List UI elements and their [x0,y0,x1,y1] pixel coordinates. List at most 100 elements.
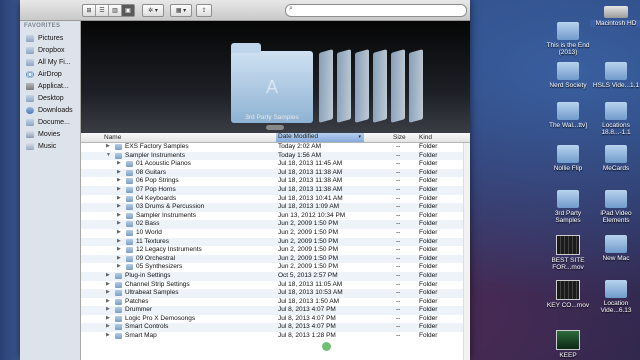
disclosure-closed-icon[interactable]: ▶ [117,203,121,209]
sidebar-item[interactable]: Docume... [20,116,80,128]
disclosure-closed-icon[interactable]: ▶ [117,186,121,192]
table-row[interactable]: ▶ 08 Guitars Jul 18, 2013 11:38 AM -- Folder [81,168,470,178]
disclosure-open-icon[interactable]: ▼ [106,152,111,158]
disclosure-closed-icon[interactable]: ▶ [117,255,121,261]
desktop-icon[interactable]: MeCards [590,145,640,172]
table-row[interactable]: ▶ Smart Map Jul 8, 2013 1:28 PM -- Folder [81,332,470,341]
table-row[interactable]: ▶ Smart Controls Jul 8, 2013 4:07 PM -- Fold… [81,323,470,333]
coverflow-folder[interactable] [373,49,387,123]
table-row[interactable]: ▶ Drummer Jul 8, 2013 4:07 PM -- Folder [81,306,470,315]
table-row[interactable]: ▶ 02 Bass Jun 2, 2009 1:50 PM -- Folder [81,220,470,229]
disclosure-closed-icon[interactable]: ▶ [117,238,121,244]
coverflow-folder[interactable] [319,49,333,123]
sidebar-item[interactable]: Movies [20,128,80,140]
table-row[interactable]: ▶ 09 Orchestral Jun 2, 2009 1:50 PM -- Folde… [81,254,470,264]
table-row[interactable]: ▶ 11 Textures Jun 2, 2009 1:50 PM -- Folder [81,237,470,247]
column-size-header[interactable]: Size [393,134,406,141]
arrange-menu[interactable]: ▦ ▾ [170,4,192,17]
table-row[interactable]: ▶ 05 Synthesizers Jun 2, 2009 1:50 PM -- Fol… [81,263,470,272]
desktop-icon[interactable]: Nollie Flip [542,145,594,172]
desktop-icon[interactable]: KEEP [542,330,594,359]
desktop-icon-label: 3rd Party Samples [554,210,582,224]
disclosure-closed-icon[interactable]: ▶ [106,323,110,329]
coverflow-scrollbar[interactable] [266,125,284,130]
disclosure-closed-icon[interactable]: ▶ [106,298,110,304]
table-row[interactable]: ▶ Sampler Instruments Jun 13, 2012 10:34 P… [81,212,470,221]
table-row[interactable]: ▶ Plug-in Settings Oct 5, 2013 2:57 PM -- Fo… [81,271,470,281]
disclosure-closed-icon[interactable]: ▶ [117,220,121,226]
desktop-icon[interactable]: Location Vide...6.13 [590,280,640,314]
sidebar-item[interactable]: Applicat... [20,80,80,92]
row-date: Jul 8, 2013 1:28 PM [278,332,336,340]
table-row[interactable]: ▶ 01 Acoustic Pianos Jul 18, 2013 11:45 AM… [81,160,470,169]
coverflow-folder[interactable] [355,49,369,123]
row-date: Jul 18, 2013 10:53 AM [278,289,343,297]
disclosure-closed-icon[interactable]: ▶ [106,332,110,338]
sidebar-item[interactable]: All My Fi... [20,56,80,68]
gear-icon[interactable]: ✲ ▾ [143,5,163,16]
search-field[interactable]: ⌕ [285,4,467,17]
disclosure-closed-icon[interactable]: ▶ [117,177,121,183]
disclosure-closed-icon[interactable]: ▶ [117,195,121,201]
disclosure-closed-icon[interactable]: ▶ [106,143,110,149]
sidebar-item[interactable]: Pictures [20,32,80,44]
disclosure-closed-icon[interactable]: ▶ [106,289,110,295]
coverflow-view-button[interactable]: ▣ [122,5,134,16]
disclosure-closed-icon[interactable]: ▶ [106,281,110,287]
desktop-icon[interactable]: New Mac [590,235,640,262]
disclosure-closed-icon[interactable]: ▶ [106,272,110,278]
disclosure-closed-icon[interactable]: ▶ [117,169,121,175]
coverflow-folder[interactable] [409,49,423,123]
coverflow-folder[interactable] [391,49,405,123]
list-view-button[interactable]: ☰ [96,5,109,16]
share-icon[interactable]: ⇪ [197,5,211,16]
action-menu[interactable]: ✲ ▾ [142,4,164,17]
disclosure-closed-icon[interactable]: ▶ [117,229,121,235]
column-kind-header[interactable]: Kind [419,134,432,141]
table-row[interactable]: ▶ 06 Pop Strings Jul 18, 2013 11:38 AM -- Fo… [81,177,470,186]
arrange-icon[interactable]: ▦ ▾ [171,5,191,16]
sidebar-item[interactable]: Desktop [20,92,80,104]
disclosure-closed-icon[interactable]: ▶ [117,246,121,252]
table-row[interactable]: ▶ Patches Jul 18, 2013 1:50 AM -- Folder [81,298,470,307]
table-row[interactable]: ▼ Sampler Instruments Today 1:56 AM -- Folde… [81,151,470,161]
desktop-icon[interactable]: This is the End (2013) [542,22,594,56]
sidebar-item[interactable]: Music [20,140,80,152]
desktop-icon[interactable]: The Wal...ttv] [542,102,594,129]
desktop-icon[interactable]: BEST SITE FOR...mov [542,235,594,271]
table-row[interactable]: ▶ 03 Drums & Percussion Jul 18, 2013 1:09 … [81,203,470,212]
disclosure-closed-icon[interactable]: ▶ [117,263,121,269]
table-row[interactable]: ▶ Ultrabeat Samples Jul 18, 2013 10:53 AM -… [81,289,470,298]
desktop-icon[interactable]: Locations 18.8...-1.1 [590,102,640,136]
icon-view-button[interactable]: ⊞ [83,5,96,16]
table-row[interactable]: ▶ Logic Pro X Demosongs Jul 8, 2013 4:07 P… [81,315,470,324]
coverflow-preview[interactable]: A 3rd Party Samples [81,21,470,133]
desktop-icon[interactable]: KEY CO...mov [542,280,594,309]
column-view-button[interactable]: ▥ [109,5,122,16]
disclosure-closed-icon[interactable]: ▶ [106,315,110,321]
table-row[interactable]: ▶ 10 World Jun 2, 2009 1:50 PM -- Folder [81,229,470,238]
list-scrollbar[interactable] [463,143,470,360]
desktop-icon[interactable]: Nerd Society [542,62,594,89]
sidebar-item[interactable]: Downloads [20,104,80,116]
column-date-header[interactable]: Date Modified ▾ [276,133,364,142]
table-row[interactable]: ▶ EXS Factory Samples Today 2:02 AM -- Folde… [81,143,470,152]
sidebar-item[interactable]: AirDrop [20,68,80,80]
disclosure-closed-icon[interactable]: ▶ [117,212,121,218]
table-row[interactable]: ▶ 04 Keyboards Jul 18, 2013 10:41 AM -- Fold… [81,195,470,204]
row-kind: Folder [419,211,438,219]
column-name-header[interactable]: Name [104,134,121,141]
desktop-icon[interactable]: 3rd Party Samples [542,190,594,224]
table-row[interactable]: ▶ Channel Strip Settings Jul 18, 2013 11:0… [81,281,470,290]
coverflow-folder[interactable] [337,49,351,123]
table-row[interactable]: ▶ 07 Pop Horns Jul 18, 2013 11:38 AM -- Fold… [81,185,470,195]
sidebar-item[interactable]: Dropbox [20,44,80,56]
desktop-icon[interactable]: iPad Video Elements [590,190,640,224]
table-row[interactable]: ▶ 12 Legacy Instruments Jun 2, 2009 1:50 P… [81,246,470,255]
disclosure-closed-icon[interactable]: ▶ [106,306,110,312]
disclosure-closed-icon[interactable]: ▶ [117,160,121,166]
share-button[interactable]: ⇪ [196,4,212,17]
desktop-icon[interactable]: Macintosh HD [590,6,640,27]
desktop-icon[interactable]: HSLS Vide...1.1 [590,62,640,89]
coverflow-selected-folder[interactable]: A [231,43,313,123]
